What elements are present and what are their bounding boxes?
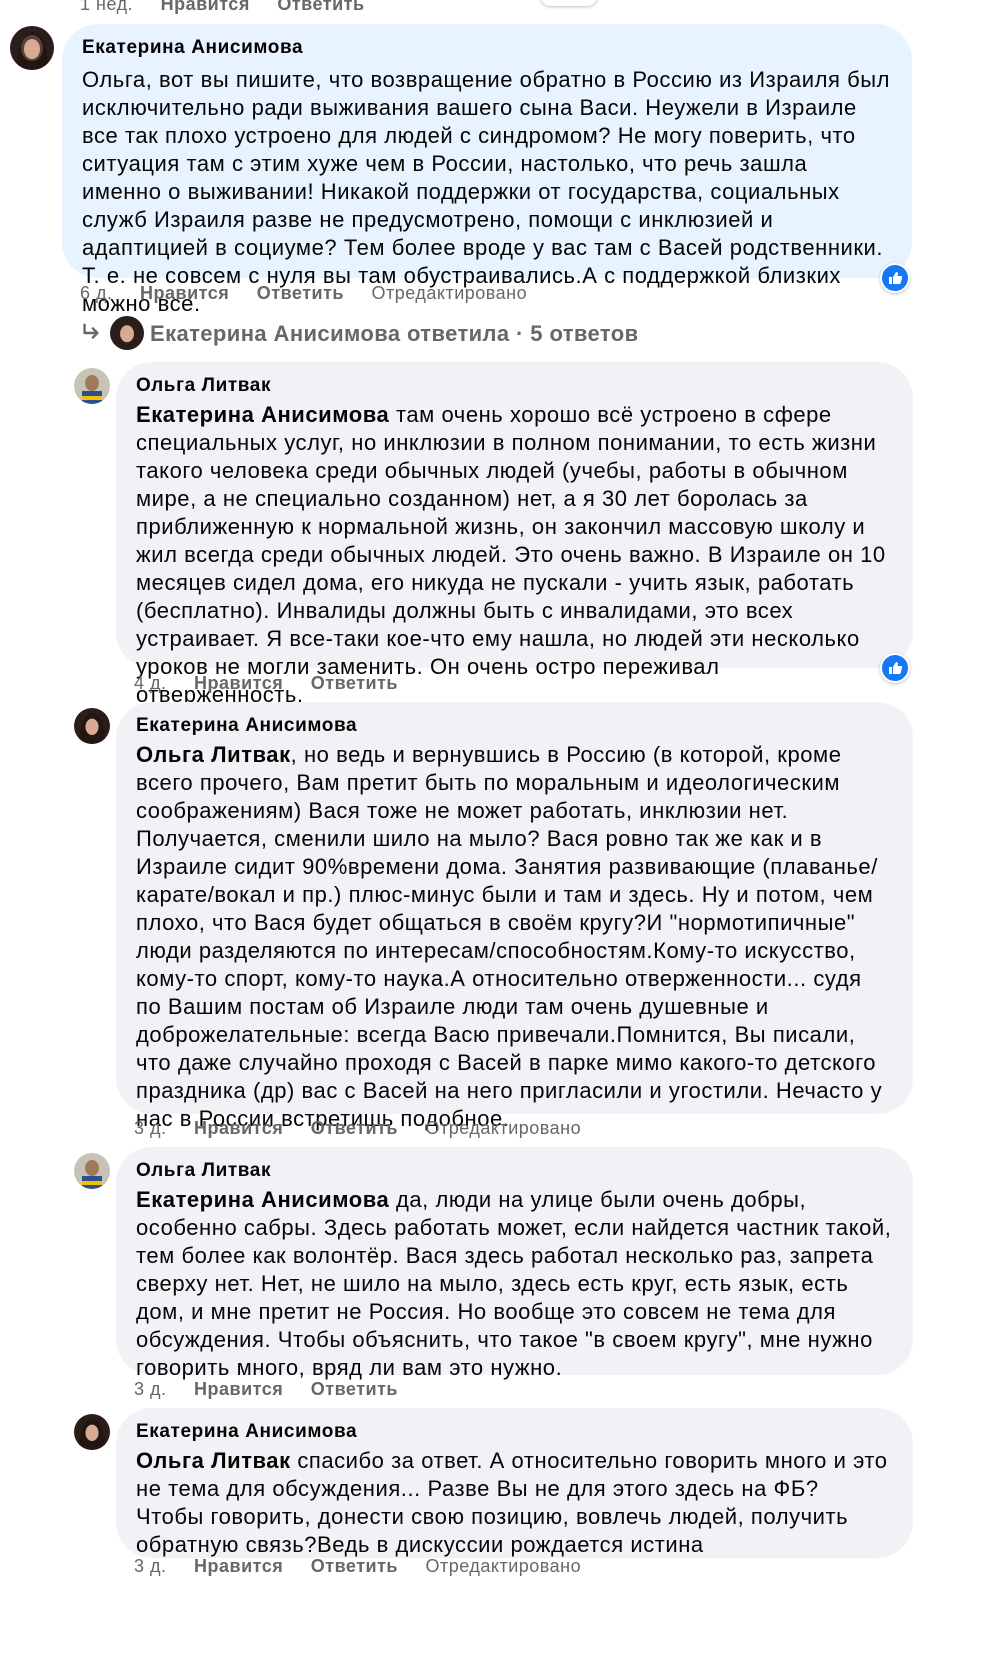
reply-button[interactable]: Ответить bbox=[277, 0, 364, 14]
comment-meta: 3 д. Нравится Ответить Отредактировано bbox=[134, 1118, 603, 1139]
reply-button[interactable]: Ответить bbox=[311, 1118, 398, 1138]
comment-meta: 3 д. Нравится Ответить bbox=[134, 1379, 420, 1400]
like-reaction-badge[interactable] bbox=[880, 263, 910, 293]
comment-bubble: Ольга Литвак Екатерина Анисимова да, люд… bbox=[116, 1147, 913, 1380]
comment-time: 1 нед. bbox=[80, 0, 134, 14]
avatar[interactable] bbox=[74, 1414, 110, 1450]
comment-bubble: Екатерина Анисимова Ольга Литвак, но вед… bbox=[116, 702, 913, 1131]
like-button[interactable]: Нравится bbox=[194, 1118, 283, 1138]
comment-text: Ольга Литвак спасибо за ответ. А относит… bbox=[136, 1447, 893, 1559]
thumbs-up-icon bbox=[889, 272, 903, 284]
like-reaction-badge[interactable] bbox=[880, 653, 910, 683]
comment-author[interactable]: Ольга Литвак bbox=[136, 374, 893, 398]
view-replies-link[interactable]: Екатерина Анисимова ответила · 5 ответов bbox=[150, 321, 639, 347]
comment-time: 6 д. bbox=[80, 283, 113, 303]
mention-link[interactable]: Екатерина Анисимова bbox=[136, 1187, 389, 1212]
comment-body: , но ведь и вернувшись в Россию (в котор… bbox=[136, 742, 883, 1131]
comment-time: 3 д. bbox=[134, 1118, 167, 1138]
comment-body: там очень хорошо всё устроено в сфере сп… bbox=[136, 402, 886, 707]
edited-label: Отредактировано bbox=[425, 1118, 582, 1138]
comment-meta: 4 д. Нравится Ответить bbox=[134, 673, 420, 694]
avatar bbox=[110, 316, 144, 350]
mention-link[interactable]: Ольга Литвак bbox=[136, 1448, 291, 1473]
comment-bubble: Екатерина Анисимова Ольга, вот вы пишите… bbox=[62, 24, 912, 316]
avatar-image bbox=[74, 1153, 110, 1189]
comment-time: 4 д. bbox=[134, 673, 167, 693]
comment-body: да, люди на улице были очень добры, особ… bbox=[136, 1187, 892, 1380]
edited-label: Отредактировано bbox=[425, 1556, 582, 1576]
edited-label: Отредактировано bbox=[371, 283, 528, 303]
comment-body: Ольга, вот вы пишите, что возвращение об… bbox=[82, 67, 891, 316]
avatar-image bbox=[74, 1414, 110, 1450]
comment-author[interactable]: Екатерина Анисимова bbox=[136, 714, 893, 738]
reply-button[interactable]: Ответить bbox=[311, 1379, 398, 1399]
comment-bubble: Екатерина Анисимова Ольга Литвак спасибо… bbox=[116, 1408, 913, 1558]
comment-time: 3 д. bbox=[134, 1556, 167, 1576]
comment-text: Екатерина Анисимова там очень хорошо всё… bbox=[136, 401, 893, 709]
avatar[interactable] bbox=[74, 368, 110, 404]
reaction-chip bbox=[540, 0, 598, 6]
mention-link[interactable]: Ольга Литвак bbox=[136, 742, 291, 767]
reply-button[interactable]: Ответить bbox=[311, 673, 398, 693]
like-button[interactable]: Нравится bbox=[194, 1379, 283, 1399]
avatar[interactable] bbox=[74, 708, 110, 744]
mention-link[interactable]: Екатерина Анисимова bbox=[136, 402, 389, 427]
reply-button[interactable]: Ответить bbox=[311, 1556, 398, 1576]
comment-text: Ольга Литвак, но ведь и вернувшись в Рос… bbox=[136, 741, 893, 1133]
avatar[interactable] bbox=[10, 26, 54, 70]
avatar-image bbox=[74, 368, 110, 404]
like-button[interactable]: Нравится bbox=[140, 283, 229, 303]
avatar-image bbox=[74, 708, 110, 744]
comment-meta: 3 д. Нравится Ответить Отредактировано bbox=[134, 1556, 603, 1577]
comment-text: Ольга, вот вы пишите, что возвращение об… bbox=[82, 66, 892, 318]
like-button[interactable]: Нравится bbox=[161, 0, 250, 14]
reply-arrow-icon bbox=[83, 323, 99, 339]
avatar[interactable] bbox=[74, 1153, 110, 1189]
thumbs-up-icon bbox=[889, 662, 903, 674]
comment-text: Екатерина Анисимова да, люди на улице бы… bbox=[136, 1186, 893, 1382]
like-button[interactable]: Нравится bbox=[194, 1556, 283, 1576]
comment-meta-top: 1 нед. Нравится Ответить bbox=[80, 0, 387, 15]
comment-meta: 6 д. Нравится Ответить Отредактировано bbox=[80, 283, 549, 304]
like-button[interactable]: Нравится bbox=[194, 673, 283, 693]
reply-button[interactable]: Ответить bbox=[257, 283, 344, 303]
comment-author[interactable]: Ольга Литвак bbox=[136, 1159, 893, 1183]
comment-author[interactable]: Екатерина Анисимова bbox=[82, 36, 892, 60]
comment-time: 3 д. bbox=[134, 1379, 167, 1399]
comment-author[interactable]: Екатерина Анисимова bbox=[136, 1420, 893, 1444]
comment-bubble: Ольга Литвак Екатерина Анисимова там оче… bbox=[116, 362, 913, 707]
avatar-image bbox=[10, 26, 54, 70]
